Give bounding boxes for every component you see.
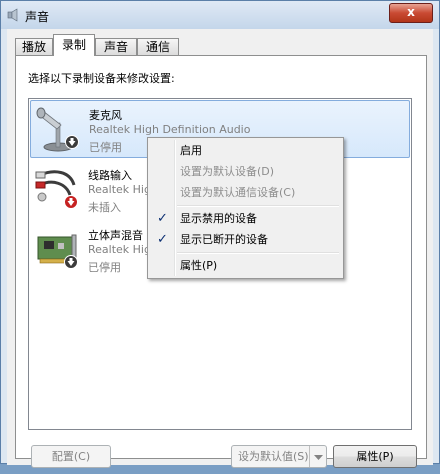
device-driver: Realtek High Definition Audio (89, 123, 251, 136)
menu-separator (177, 252, 339, 254)
device-name: 线路输入 (88, 169, 132, 182)
tab-playback[interactable]: 播放 (15, 38, 53, 55)
menu-separator (177, 205, 339, 207)
context-menu: 启用 设置为默认设备(D) 设置为默认通信设备(C) ✓ 显示禁用的设备 ✓ 显… (147, 137, 344, 279)
menu-item-show-disabled[interactable]: ✓ 显示禁用的设备 (150, 208, 341, 229)
menu-item-show-disconnected[interactable]: ✓ 显示已断开的设备 (150, 229, 341, 250)
properties-button[interactable]: 属性(P) (333, 445, 417, 468)
instruction-text: 选择以下录制设备来修改设置: (28, 72, 175, 85)
tab-communications[interactable]: 通信 (137, 38, 179, 55)
menu-item-label: 启用 (180, 144, 202, 157)
menu-item-enable[interactable]: 启用 (150, 140, 341, 161)
tab-sounds[interactable]: 声音 (95, 38, 137, 55)
checkmark-icon: ✓ (157, 211, 168, 226)
close-button[interactable]: x (389, 3, 433, 23)
device-name: 立体声混音 (88, 229, 143, 242)
close-icon: x (407, 5, 415, 19)
disabled-badge-icon (64, 255, 78, 269)
device-name: 麦克风 (89, 109, 122, 122)
configure-button[interactable]: 配置(C) (31, 445, 111, 468)
set-default-label: 设为默认值(S) (238, 450, 309, 463)
menu-item-set-default-device[interactable]: 设置为默认设备(D) (150, 161, 341, 182)
menu-item-label: 设置为默认设备(D) (180, 165, 275, 178)
menu-item-label: 显示已断开的设备 (180, 233, 268, 246)
window-title: 声音 (25, 10, 50, 24)
title-bar[interactable]: 声音 x (1, 1, 439, 29)
tab-recording[interactable]: 录制 (53, 34, 95, 56)
menu-item-label: 属性(P) (180, 259, 218, 272)
speaker-icon (7, 8, 18, 22)
device-status: 未插入 (88, 201, 121, 214)
unplugged-badge-icon (64, 195, 78, 209)
device-status: 已停用 (88, 261, 121, 274)
menu-item-properties[interactable]: 属性(P) (150, 255, 341, 276)
set-default-button[interactable]: 设为默认值(S) (231, 445, 327, 468)
menu-item-label: 显示禁用的设备 (180, 212, 257, 225)
checkmark-icon: ✓ (157, 232, 168, 247)
device-status: 已停用 (89, 141, 122, 154)
disabled-badge-icon (65, 135, 79, 149)
menu-item-set-default-comm-device[interactable]: 设置为默认通信设备(C) (150, 182, 341, 203)
menu-item-label: 设置为默认通信设备(C) (180, 186, 296, 199)
